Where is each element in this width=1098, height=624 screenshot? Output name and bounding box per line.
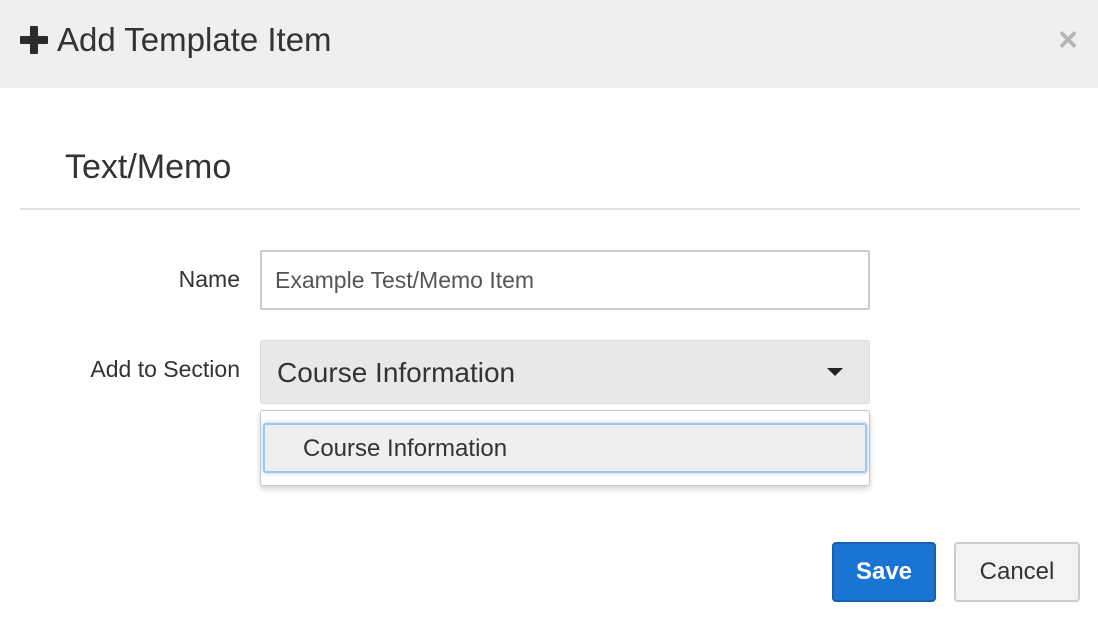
dialog-title: Add Template Item	[57, 21, 332, 58]
caret-down-icon	[827, 368, 843, 376]
cancel-button[interactable]: Cancel	[954, 542, 1080, 602]
plus-icon	[20, 26, 50, 54]
dialog-header: Add Template Item ×	[0, 0, 1098, 88]
close-button[interactable]: ×	[1050, 22, 1086, 58]
section-select-value: Course Information	[277, 357, 516, 388]
save-button[interactable]: Save	[832, 542, 936, 602]
add-to-section-label: Add to Section	[90, 356, 240, 382]
section-select[interactable]: Course Information	[260, 340, 870, 404]
name-label: Name	[178, 266, 240, 292]
dropdown-option[interactable]: Course Information	[263, 423, 867, 473]
dropdown-option-label: Course Information	[303, 435, 508, 462]
section-dropdown-menu: Course Information	[260, 410, 870, 486]
add-template-item-dialog: Add Template Item × Text/Memo Name Add t…	[0, 0, 1098, 624]
section-heading: Text/Memo	[65, 148, 232, 186]
name-input[interactable]	[260, 250, 870, 310]
divider	[20, 208, 1080, 210]
